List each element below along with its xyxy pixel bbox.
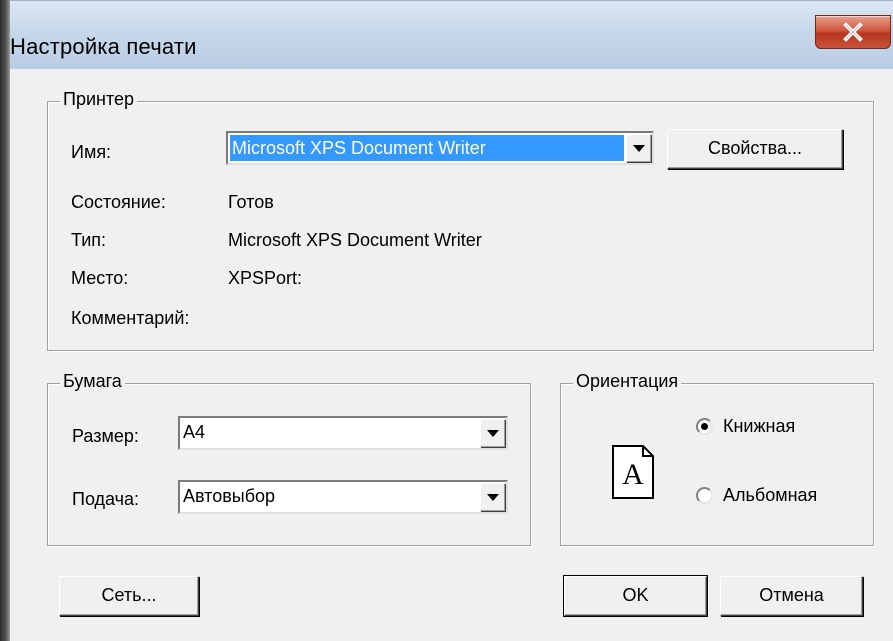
network-button[interactable]: Сеть... [59,576,199,616]
paper-group-legend: Бумага [60,371,125,392]
landscape-radio[interactable] [696,487,713,504]
title-bar[interactable]: Настройка печати [10,0,893,69]
comment-label: Комментарий: [71,308,190,328]
print-setup-dialog: Настройка печати Принтер Имя: Microsoft … [10,0,893,641]
cancel-button[interactable]: Отмена [720,576,863,616]
chevron-down-icon [487,494,499,501]
chevron-down-icon [487,430,499,437]
printer-name-select[interactable]: Microsoft XPS Document Writer [226,131,654,165]
paper-size-value: A4 [183,422,206,442]
orientation-group: Ориентация [560,371,874,546]
printer-group-legend: Принтер [60,89,138,110]
ok-button[interactable]: OK [563,575,708,617]
close-button[interactable] [815,15,891,49]
paper-size-select[interactable]: A4 [178,416,508,450]
page-portrait-icon-letter: A [622,458,644,491]
window-title: Настройка печати [10,34,197,59]
paper-size-dropdown-button[interactable] [480,419,505,447]
type-label: Тип: [71,230,107,250]
paper-source-dropdown-button[interactable] [480,483,505,511]
background-window-edge [0,0,10,641]
landscape-label[interactable]: Альбомная [723,485,817,506]
chevron-down-icon [633,145,645,152]
radio-selected-dot [701,423,708,430]
properties-button[interactable]: Свойства... [667,129,843,169]
paper-size-label: Размер: [72,426,139,446]
printer-name-dropdown-button[interactable] [626,134,651,162]
portrait-radio[interactable] [696,418,713,435]
orientation-group-legend: Ориентация [573,371,682,392]
location-value: XPSPort: [228,268,303,288]
location-label: Место: [71,268,129,288]
portrait-label[interactable]: Книжная [723,416,795,437]
paper-source-value: Автовыбор [183,486,276,506]
printer-name-value: Microsoft XPS Document Writer [230,135,624,161]
paper-source-select[interactable]: Автовыбор [178,480,508,514]
printer-name-label: Имя: [71,142,112,162]
paper-group: Бумага [47,371,531,546]
status-value: Готов [228,192,274,212]
status-label: Состояние: [71,192,166,212]
close-x-icon [843,22,863,42]
type-value: Microsoft XPS Document Writer [228,230,482,250]
paper-source-label: Подача: [72,489,140,509]
page-portrait-icon: A [612,445,654,499]
